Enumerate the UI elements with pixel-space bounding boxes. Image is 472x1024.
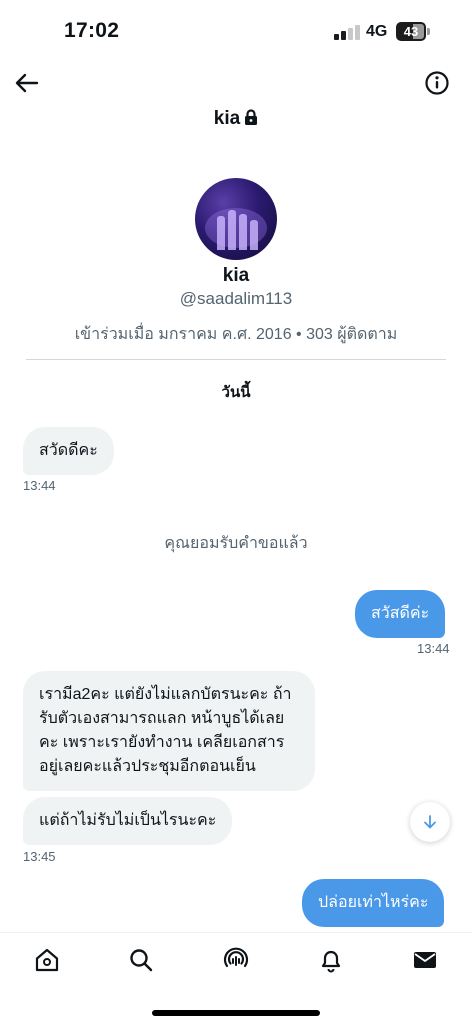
search-icon[interactable] (126, 945, 156, 975)
mail-icon[interactable] (410, 945, 440, 975)
status-time: 17:02 (64, 19, 120, 42)
info-icon[interactable] (424, 70, 450, 96)
home-icon[interactable] (32, 945, 62, 975)
back-arrow-icon[interactable] (14, 70, 40, 96)
message-text: สวัสดีค่ะ (371, 605, 430, 622)
profile-meta: เข้าร่วมเมื่อ มกราคม ค.ศ. 2016 • 303 ผู้… (74, 326, 398, 343)
message-bubble[interactable]: ปล่อยเท่าไหร่คะ (302, 879, 445, 927)
message-bubble[interactable]: สวัสดีค่ะ (355, 590, 446, 638)
profile-name: kia (222, 265, 250, 286)
message-line: รับตัวเองสามารถแลก หน้าบูธได้เลย (39, 710, 285, 727)
message-line: เรามีa2คะ แต่ยังไม่แลกบัตรนะคะ ถ้า (39, 686, 292, 703)
spaces-icon[interactable] (221, 945, 251, 975)
message-time: 13:44 (417, 641, 450, 656)
scroll-to-bottom-button[interactable] (410, 802, 450, 842)
home-indicator (152, 1010, 320, 1016)
conversation-title: kia (0, 108, 472, 131)
signal-icon (334, 24, 360, 40)
system-message: คุณยอมรับคำขอแล้ว (164, 535, 308, 552)
message-text: สวัดดีคะ (39, 442, 98, 459)
lock-icon (244, 109, 258, 131)
message-time: 13:44 (23, 478, 56, 493)
message-bubble[interactable]: สวัดดีคะ (23, 427, 114, 475)
message-line: คะ เพราะเรายังทำงาน เคลียเอกสาร (39, 734, 285, 751)
header-title-text: kia (213, 108, 241, 129)
message-line: อยู่เลยคะแล้วประชุมอีกตอนเย็น (39, 758, 256, 775)
battery-level: 43 (403, 24, 419, 39)
message-text: แต่ถ้าไม่รับไม่เป็นไรนะคะ (39, 812, 217, 829)
day-label: วันนี้ (221, 384, 251, 401)
avatar[interactable] (195, 178, 277, 260)
divider (26, 359, 446, 360)
message-time: 13:45 (23, 849, 56, 864)
status-bar: 17:02 4G 43 (0, 0, 472, 64)
bell-icon[interactable] (316, 945, 346, 975)
profile-handle: @saadalim113 (179, 289, 293, 308)
tab-bar (0, 932, 472, 1024)
arrow-down-icon (424, 815, 436, 829)
battery-icon: 43 (396, 22, 430, 41)
message-bubble[interactable]: แต่ถ้าไม่รับไม่เป็นไรนะคะ (23, 797, 233, 845)
network-label: 4G (366, 23, 388, 40)
message-text: ปล่อยเท่าไหร่คะ (318, 894, 429, 911)
message-bubble[interactable]: เรามีa2คะ แต่ยังไม่แลกบัตรนะคะ ถ้า รับตั… (23, 671, 315, 791)
